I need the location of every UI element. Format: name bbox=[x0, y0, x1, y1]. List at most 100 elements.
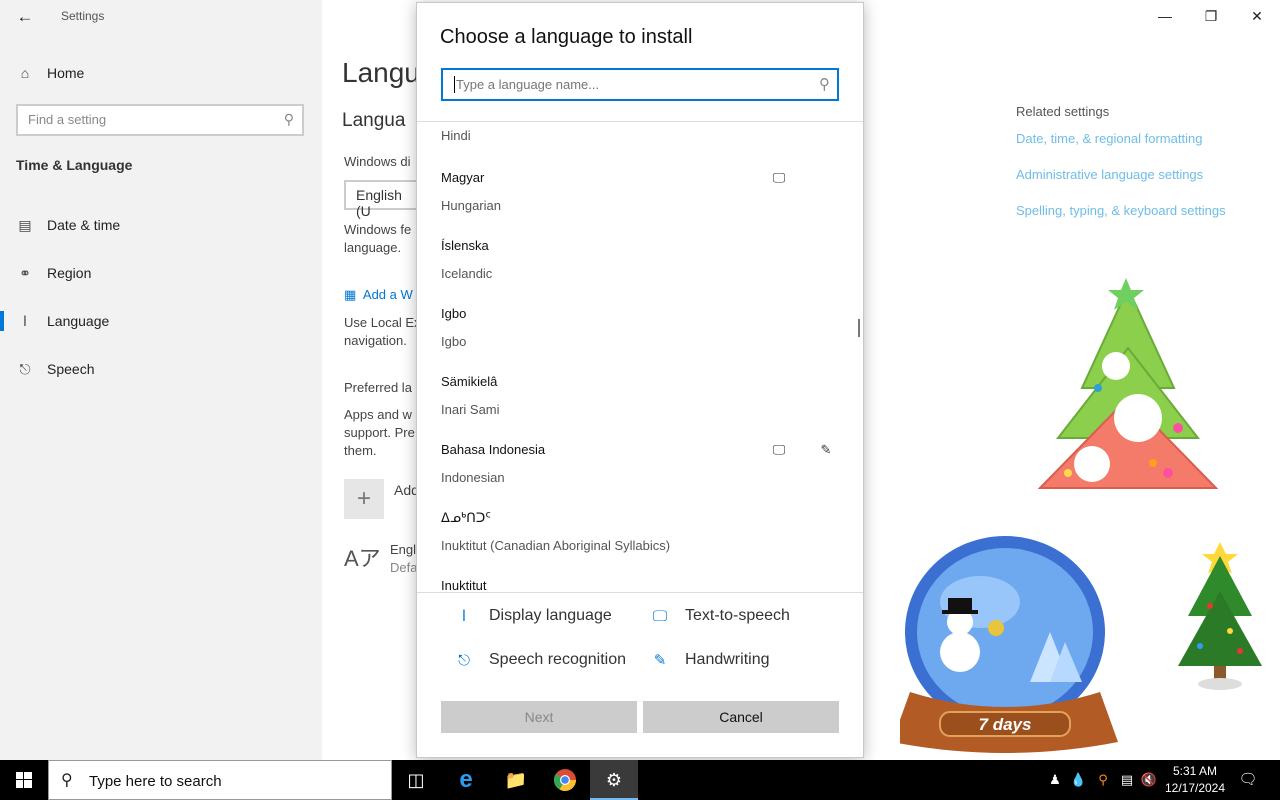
water-drop-icon[interactable]: 💧 bbox=[1070, 760, 1086, 800]
sidebar-item-label: Date & time bbox=[47, 217, 121, 233]
display-language-select[interactable]: English (U bbox=[344, 180, 424, 219]
page-subtitle: Langua bbox=[342, 110, 406, 131]
sidebar-item-date-time[interactable]: ▤ Date & time bbox=[0, 205, 322, 245]
feature-text-to-speech: 🖵 Text-to-speech bbox=[649, 607, 790, 625]
network-icon[interactable]: ▤ bbox=[1118, 760, 1136, 800]
dialog-title: Choose a language to install bbox=[440, 26, 693, 48]
language-native-name: Íslenska bbox=[441, 238, 489, 253]
feature-display-language: ا Display language bbox=[453, 607, 612, 625]
next-button[interactable]: Next bbox=[441, 701, 637, 733]
language-list: Hindi Magyar Hungarian 🖵 Íslenska Icelan… bbox=[417, 122, 863, 592]
language-english-name: Hungarian bbox=[441, 198, 501, 213]
close-icon[interactable]: ✕ bbox=[1246, 5, 1268, 27]
text-caret bbox=[454, 76, 455, 93]
sidebar-item-label: Language bbox=[47, 313, 110, 329]
display-language-icon: 🖵 bbox=[772, 442, 786, 457]
language-native-name: ᐃᓄᒃᑎᑐᑦ bbox=[441, 510, 491, 525]
language-english-name: Hindi bbox=[441, 128, 471, 143]
display-language-icon: 🖵 bbox=[772, 170, 786, 185]
sidebar-item-speech[interactable]: ⎋ Speech bbox=[0, 349, 322, 389]
microphone-icon: ⎋ bbox=[458, 651, 470, 669]
settings-gear-icon[interactable]: ⚙ bbox=[590, 760, 638, 800]
language-item-igbo[interactable]: Igbo Igbo bbox=[441, 306, 839, 374]
christmas-tree-decoration bbox=[1038, 278, 1218, 489]
english-language-entry[interactable]: Engl Defa bbox=[390, 541, 417, 577]
language-english-name: Icelandic bbox=[441, 266, 493, 281]
sidebar-item-language[interactable]: ا Language bbox=[0, 301, 322, 341]
store-icon: ▦ bbox=[344, 287, 357, 302]
language-english-name: Inuktitut (Canadian Aboriginal Syllabics… bbox=[441, 538, 671, 553]
link-date-time-regional[interactable]: Date, time, & regional formatting bbox=[1016, 131, 1226, 146]
key-search-icon[interactable]: ⚲ bbox=[1094, 760, 1112, 800]
calendar-clock-icon: ▤ bbox=[18, 216, 32, 233]
language-native-name: Bahasa Indonesia bbox=[441, 442, 546, 457]
app-title: Settings bbox=[61, 9, 105, 23]
language-search-input[interactable]: Type a language name... ⚲ bbox=[441, 68, 839, 101]
choose-language-dialog: Choose a language to install Type a lang… bbox=[416, 2, 864, 758]
globe-days-label: 7 days bbox=[979, 715, 1032, 734]
minimize-icon[interactable]: — bbox=[1154, 5, 1176, 27]
language-native-name: Sämikielâ bbox=[441, 374, 498, 389]
language-item-hindi[interactable]: Hindi bbox=[441, 122, 839, 168]
related-settings-title: Related settings bbox=[1016, 104, 1110, 119]
language-item-icelandic[interactable]: Íslenska Icelandic bbox=[441, 238, 839, 306]
windows-features-text: Windows fe language. bbox=[344, 222, 412, 255]
clock-date: 12/17/2024 bbox=[1164, 781, 1226, 795]
display-language-icon: ا bbox=[461, 608, 467, 625]
restore-icon[interactable]: ❐ bbox=[1200, 5, 1222, 27]
add-language-button[interactable]: + bbox=[344, 479, 384, 519]
language-english-name: Indonesian bbox=[441, 470, 505, 485]
page-title: Langu bbox=[342, 57, 420, 88]
find-setting-placeholder: Find a setting bbox=[28, 112, 107, 127]
section-title: Time & Language bbox=[16, 157, 133, 173]
file-explorer-icon[interactable]: 📁 bbox=[492, 760, 540, 800]
windows-start-icon[interactable] bbox=[0, 760, 48, 800]
notification-icon[interactable]: 🗨 bbox=[1236, 760, 1260, 800]
language-english-name: Inari Sami bbox=[441, 402, 500, 417]
back-arrow-icon[interactable]: ← bbox=[14, 6, 36, 28]
sidebar-item-region[interactable]: ⚭ Region bbox=[0, 253, 322, 293]
language-item-inuktitut[interactable]: Inuktitut bbox=[441, 578, 839, 592]
link-spelling-typing[interactable]: Spelling, typing, & keyboard settings bbox=[1016, 203, 1226, 218]
sidebar-item-label: Speech bbox=[47, 361, 95, 377]
cancel-button[interactable]: Cancel bbox=[643, 701, 839, 733]
feature-speech-recognition: ⎋ Speech recognition bbox=[453, 651, 626, 669]
language-item-inari-sami[interactable]: Sämikielâ Inari Sami bbox=[441, 374, 839, 442]
handwriting-icon: ✎ bbox=[653, 652, 667, 669]
language-native-name: Magyar bbox=[441, 170, 485, 185]
local-experience-text: Use Local Ex navigation. bbox=[344, 315, 421, 348]
small-tree-decoration bbox=[1178, 542, 1262, 690]
preferred-languages-label: Preferred la bbox=[344, 380, 412, 395]
globe-icon: ⚭ bbox=[19, 264, 31, 281]
find-setting-input[interactable]: Find a setting ⚲ bbox=[16, 104, 304, 136]
taskbar: ⚲ Type here to search ◫ e 📁 ⚙ ♟ 💧 ⚲ ▤ 🔇 … bbox=[0, 760, 1280, 800]
search-icon: ⚲ bbox=[819, 76, 830, 93]
language-native-name: Inuktitut bbox=[441, 578, 487, 592]
taskbar-search-placeholder: Type here to search bbox=[89, 773, 222, 790]
language-item-indonesian[interactable]: Bahasa Indonesia Indonesian 🖵 ✎ bbox=[441, 442, 839, 510]
language-english-name: Igbo bbox=[441, 334, 467, 349]
volume-muted-icon[interactable]: 🔇 bbox=[1140, 760, 1158, 800]
language-native-name: Igbo bbox=[441, 306, 467, 321]
home-icon: ⌂ bbox=[20, 65, 30, 81]
task-view-icon[interactable]: ◫ bbox=[392, 760, 440, 800]
list-scrollbar[interactable] bbox=[858, 319, 860, 337]
link-admin-language[interactable]: Administrative language settings bbox=[1016, 167, 1226, 182]
sidebar-item-label: Region bbox=[47, 265, 92, 281]
language-item-hungarian[interactable]: Magyar Hungarian 🖵 bbox=[441, 170, 839, 238]
edge-browser-icon[interactable]: e bbox=[442, 760, 490, 800]
taskbar-search-box[interactable]: ⚲ Type here to search bbox=[48, 760, 392, 800]
list-divider-bottom bbox=[417, 592, 863, 593]
feature-handwriting: ✎ Handwriting bbox=[649, 651, 770, 669]
language-item-inuktitut-syllabics[interactable]: ᐃᓄᒃᑎᑐᑦ Inuktitut (Canadian Aboriginal Sy… bbox=[441, 510, 839, 578]
taskbar-clock[interactable]: 5:31 AM 12/17/2024 bbox=[1162, 763, 1228, 797]
chrome-icon[interactable] bbox=[541, 760, 589, 800]
people-icon[interactable]: ♟ bbox=[1046, 760, 1064, 800]
search-icon: ⚲ bbox=[283, 111, 294, 127]
search-icon: ⚲ bbox=[61, 772, 73, 789]
settings-sidebar: ← Settings ⌂ Home Find a setting ⚲ Time … bbox=[0, 0, 322, 760]
sidebar-item-home[interactable]: ⌂ Home bbox=[0, 53, 322, 93]
add-windows-link[interactable]: ▦ Add a W bbox=[344, 287, 413, 303]
microphone-icon: ⎋ bbox=[19, 360, 31, 377]
text-to-speech-icon: 🖵 bbox=[652, 607, 668, 625]
